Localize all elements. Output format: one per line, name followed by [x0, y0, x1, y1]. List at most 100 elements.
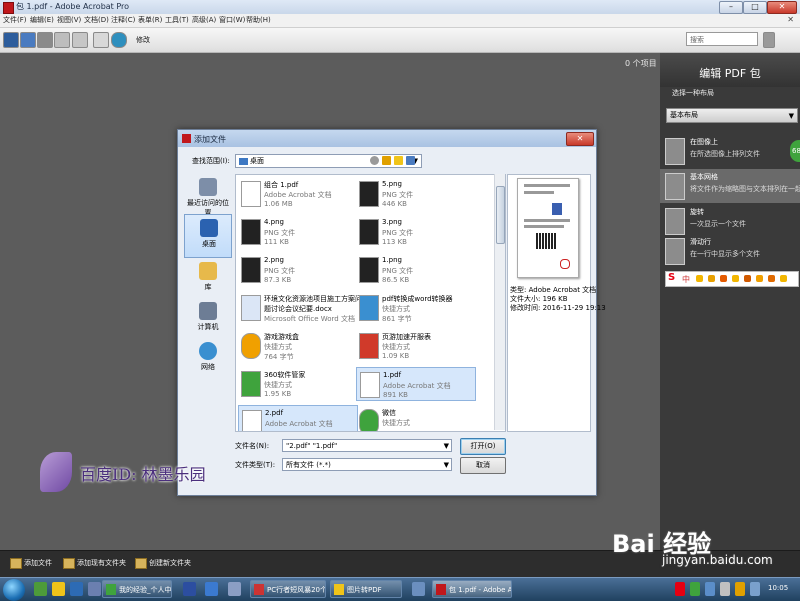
file-item[interactable]: 2.png PNG 文件 87.3 KB	[238, 253, 358, 287]
ime-mode[interactable]: 中	[682, 274, 690, 285]
minimize-button[interactable]: –	[719, 1, 743, 14]
menu-advanced[interactable]: 高级(A)	[192, 15, 216, 25]
place-recent[interactable]: 最近访问的位置	[184, 174, 232, 218]
create-folder-button[interactable]: 创建新文件夹	[133, 556, 191, 570]
home-icon[interactable]	[3, 32, 19, 48]
quicklaunch-icon[interactable]	[34, 582, 47, 596]
layout-select[interactable]: 基本布局 ▼	[666, 108, 798, 123]
menu-help[interactable]: 帮助(H)	[246, 15, 271, 25]
task-acrobat[interactable]: 包 1.pdf - Adobe A...	[432, 580, 512, 598]
settings-icon[interactable]	[780, 275, 787, 282]
tools-icon[interactable]	[768, 275, 775, 282]
edit-menu-button[interactable]: 修改	[136, 35, 150, 45]
menu-file[interactable]: 文件(F)	[3, 15, 27, 25]
dialog-close-button[interactable]: ✕	[566, 132, 594, 146]
floating-badge[interactable]: 68	[790, 140, 800, 162]
menu-forms[interactable]: 表单(R)	[138, 15, 162, 25]
browser-icon[interactable]	[70, 582, 83, 596]
keyboard-icon[interactable]	[732, 275, 739, 282]
view-menu-icon[interactable]	[406, 156, 415, 165]
layout-sliding-row[interactable]: 滑动行 在一行中显示多个文件	[660, 234, 800, 268]
ime-toolbar[interactable]: S 中	[665, 271, 799, 287]
file-item[interactable]: 微信 快捷方式	[356, 405, 476, 431]
photoshop-icon[interactable]	[183, 582, 196, 596]
folder-icon[interactable]	[228, 582, 241, 596]
clock[interactable]: 10:05	[768, 584, 788, 592]
thumbnail-stamp	[560, 259, 570, 269]
task-image-to-pdf[interactable]: 图片转PDF	[330, 580, 402, 598]
add-existing-folder-button[interactable]: 添加现有文件夹	[61, 556, 126, 570]
layout-rotate[interactable]: 旋转 一次显示一个文件	[660, 204, 800, 238]
search-input[interactable]: 搜索	[686, 32, 758, 46]
add-files-button[interactable]: 添加文件	[8, 556, 52, 570]
place-libraries[interactable]: 库	[184, 258, 232, 302]
pdf-file-icon	[360, 372, 380, 398]
menu-comments[interactable]: 注释(C)	[111, 15, 135, 25]
place-desktop[interactable]: 桌面	[184, 214, 232, 258]
tray-volume-icon[interactable]	[720, 582, 730, 596]
menu-view[interactable]: 视图(V)	[57, 15, 81, 25]
file-item[interactable]: 3.png PNG 文件 113 KB	[356, 215, 476, 249]
layout-icon[interactable]	[37, 32, 53, 48]
up-folder-icon[interactable]	[382, 156, 391, 165]
tray-network-icon[interactable]	[705, 582, 715, 596]
task-article[interactable]: PC行者短风暴20个...	[250, 580, 326, 598]
new-folder-icon[interactable]	[394, 156, 403, 165]
file-item[interactable]: pdf转换成word转换器 快捷方式 861 字节	[356, 291, 476, 325]
pages-icon[interactable]	[20, 32, 36, 48]
file-list[interactable]: 组合 1.pdf Adobe Acrobat 文档 1.06 MB 5.png …	[235, 174, 506, 432]
tray-360-icon[interactable]	[690, 582, 700, 596]
word-icon[interactable]	[205, 582, 218, 596]
menu-window[interactable]: 窗口(W)	[219, 15, 245, 25]
cancel-button[interactable]: 取消	[460, 457, 506, 474]
maximize-button[interactable]: □	[743, 1, 767, 14]
places-bar: 最近访问的位置 桌面 库 计算机 网络	[184, 174, 232, 414]
task-browser[interactable]: 我的经验_个人中心_...	[102, 580, 172, 598]
file-item[interactable]: 360软件管家 快捷方式 1.95 KB	[238, 367, 358, 401]
tray-sogou-icon[interactable]	[675, 582, 685, 596]
moon-icon[interactable]	[696, 275, 703, 282]
file-item-selected[interactable]: 1.pdf Adobe Acrobat 文档 891 KB	[356, 367, 476, 401]
user-icon[interactable]	[744, 275, 751, 282]
file-item[interactable]: 页游加速开服表 快捷方式 1.09 KB	[356, 329, 476, 363]
file-item[interactable]: 1.png PNG 文件 86.5 KB	[356, 253, 476, 287]
close-button[interactable]: ✕	[767, 1, 797, 14]
file-item[interactable]: 5.png PNG 文件 446 KB	[356, 177, 476, 211]
explorer-icon[interactable]	[52, 582, 65, 596]
scrollbar-thumb[interactable]	[496, 186, 505, 244]
back-icon[interactable]	[370, 156, 379, 165]
save-icon[interactable]	[72, 32, 88, 48]
word-file-icon	[241, 295, 261, 321]
layout-basic-grid[interactable]: 基本网格 将文件作为缩略图与文本排列在一起	[660, 169, 800, 203]
toolbar: 修改 搜索	[0, 28, 800, 53]
place-network[interactable]: 网络	[184, 338, 232, 382]
filetype-select[interactable]: 所有文件 (*.*) ▼	[282, 458, 452, 471]
place-computer[interactable]: 计算机	[184, 298, 232, 342]
start-button[interactable]	[3, 579, 25, 601]
panel-icon[interactable]	[54, 32, 70, 48]
menu-document[interactable]: 文档(D)	[84, 15, 109, 25]
file-item[interactable]: 组合 1.pdf Adobe Acrobat 文档 1.06 MB	[238, 177, 358, 211]
skin-icon[interactable]	[756, 275, 763, 282]
tray-app-icon[interactable]	[735, 582, 745, 596]
punctuation-icon[interactable]	[708, 275, 715, 282]
shortcut-icon	[359, 295, 379, 321]
menu-edit[interactable]: 编辑(E)	[30, 15, 54, 25]
globe-icon[interactable]	[111, 32, 127, 48]
layout-on-image[interactable]: 在图像上 在所选图像上排列文件	[660, 134, 800, 168]
file-list-scrollbar[interactable]	[494, 174, 505, 430]
app-icon[interactable]	[412, 582, 425, 596]
binoculars-icon[interactable]	[763, 32, 775, 48]
file-item-selected[interactable]: 2.pdf Adobe Acrobat 文档	[238, 405, 358, 431]
menu-tools[interactable]: 工具(T)	[165, 15, 189, 25]
open-button[interactable]: 打开(O)	[460, 438, 506, 455]
tray-flag-icon[interactable]	[750, 582, 760, 596]
document-close-icon[interactable]: ✕	[787, 15, 794, 24]
app-icon[interactable]	[88, 582, 101, 596]
file-item[interactable]: 4.png PNG 文件 111 KB	[238, 215, 358, 249]
emoji-icon[interactable]	[720, 275, 727, 282]
filename-input[interactable]: "2.pdf" "1.pdf" ▼	[282, 439, 452, 452]
print-icon[interactable]	[93, 32, 109, 48]
file-item[interactable]: 环境文化资源池项目施工方案问 题讨论会议纪要.docx Microsoft Of…	[238, 291, 362, 325]
file-item[interactable]: 游戏游戏盒 快捷方式 764 字节	[238, 329, 358, 363]
